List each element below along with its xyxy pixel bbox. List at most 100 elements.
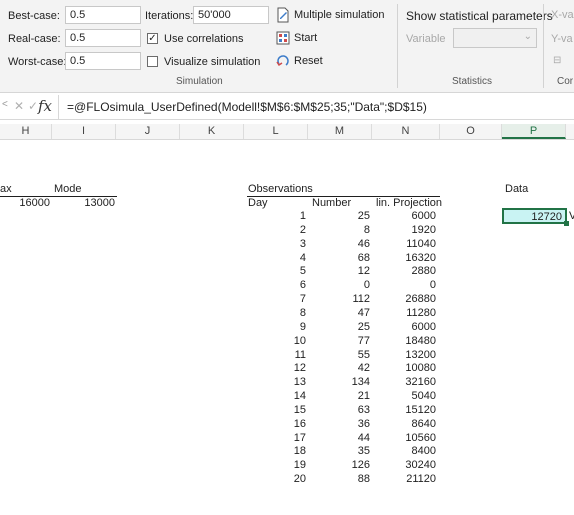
day-cell[interactable]: 4 [244, 252, 306, 265]
day-cell[interactable]: 7 [244, 293, 306, 306]
multiple-simulation-label: Multiple simulation [294, 9, 385, 21]
projection-cell[interactable]: 18480 [372, 335, 436, 348]
formula-bar: < ✕ ✓ fx =@FLOsimula_UserDefined(Modell!… [0, 95, 574, 120]
projection-cell[interactable]: 10560 [372, 432, 436, 445]
projection-cell[interactable]: 13200 [372, 349, 436, 362]
name-box-chevron-icon[interactable]: < [2, 99, 8, 110]
use-correlations-label[interactable]: Use correlations [164, 33, 243, 45]
day-cell[interactable]: 3 [244, 238, 306, 251]
projection-cell[interactable]: 5040 [372, 390, 436, 403]
projection-cell[interactable]: 8400 [372, 445, 436, 458]
day-cell[interactable]: 6 [244, 279, 306, 292]
number-cell[interactable]: 47 [308, 307, 370, 320]
day-cell[interactable]: 20 [244, 473, 306, 486]
cancel-icon[interactable]: ✕ [14, 99, 24, 113]
number-cell[interactable]: 63 [308, 404, 370, 417]
column-header-o[interactable]: O [440, 124, 502, 139]
number-cell[interactable]: 12 [308, 265, 370, 278]
column-header-p[interactable]: P [502, 124, 566, 139]
column-header-h[interactable]: H [0, 124, 52, 139]
projection-cell[interactable]: 2880 [372, 265, 436, 278]
worst-case-input[interactable]: 0.5 [65, 52, 141, 70]
multiple-simulation-icon [277, 7, 289, 23]
column-header-l[interactable]: L [244, 124, 308, 139]
projection-cell[interactable]: 21120 [372, 473, 436, 486]
visualize-simulation-label[interactable]: Visualize simulation [164, 56, 260, 68]
checkmark-icon: ✓ [148, 33, 157, 44]
multiple-simulation-button[interactable]: Multiple simulation [276, 7, 384, 23]
column-header-j[interactable]: J [116, 124, 180, 139]
group-divider [397, 4, 398, 88]
formula-input[interactable]: =@FLOsimula_UserDefined(Modell!$M$6:$M$2… [67, 100, 427, 114]
projection-cell[interactable]: 16320 [372, 252, 436, 265]
number-cell[interactable]: 88 [308, 473, 370, 486]
projection-cell[interactable]: 32160 [372, 376, 436, 389]
iterations-label: Iterations: [145, 10, 194, 22]
day-cell[interactable]: 10 [244, 335, 306, 348]
use-correlations-checkbox[interactable]: ✓ [147, 33, 158, 44]
start-button[interactable]: Start [276, 30, 317, 46]
projection-cell[interactable]: 11280 [372, 307, 436, 320]
number-cell[interactable]: 46 [308, 238, 370, 251]
day-cell[interactable]: 19 [244, 459, 306, 472]
best-case-input[interactable]: 0.5 [65, 6, 141, 24]
day-cell[interactable]: 15 [244, 404, 306, 417]
insert-function-icon[interactable]: fx [38, 97, 52, 115]
real-case-input[interactable]: 0.5 [65, 29, 141, 47]
reset-button[interactable]: Reset [276, 54, 323, 68]
number-cell[interactable]: 21 [308, 390, 370, 403]
projection-cell[interactable]: 15120 [372, 404, 436, 417]
selected-data-cell[interactable]: 12720 [502, 208, 567, 224]
visualize-simulation-checkbox[interactable] [147, 56, 158, 67]
column-header-n[interactable]: N [372, 124, 440, 139]
day-cell[interactable]: 17 [244, 432, 306, 445]
number-cell[interactable]: 35 [308, 445, 370, 458]
day-cell[interactable]: 12 [244, 362, 306, 375]
number-cell[interactable]: 55 [308, 349, 370, 362]
day-cell[interactable]: 5 [244, 265, 306, 278]
number-cell[interactable]: 68 [308, 252, 370, 265]
day-cell[interactable]: 18 [244, 445, 306, 458]
start-icon [276, 31, 290, 45]
number-cell[interactable]: 25 [308, 321, 370, 334]
projection-cell[interactable]: 10080 [372, 362, 436, 375]
day-cell[interactable]: 16 [244, 418, 306, 431]
day-cell[interactable]: 2 [244, 224, 306, 237]
projection-cell[interactable]: 26880 [372, 293, 436, 306]
number-cell[interactable]: 77 [308, 335, 370, 348]
number-cell[interactable]: 25 [308, 210, 370, 223]
day-cell[interactable]: 11 [244, 349, 306, 362]
day-cell[interactable]: 9 [244, 321, 306, 334]
reset-icon [276, 55, 289, 67]
variable-dropdown[interactable]: ⌄ [453, 28, 537, 48]
data-value: 12720 [531, 211, 562, 223]
day-cell[interactable]: 13 [244, 376, 306, 389]
column-header-m[interactable]: M [308, 124, 372, 139]
day-cell[interactable]: 1 [244, 210, 306, 223]
projection-cell[interactable]: 30240 [372, 459, 436, 472]
number-cell[interactable]: 0 [308, 279, 370, 292]
number-cell[interactable]: 126 [308, 459, 370, 472]
mode-value-cell[interactable]: 13000 [52, 197, 115, 210]
projection-cell[interactable]: 6000 [372, 210, 436, 223]
column-header-i[interactable]: I [52, 124, 116, 139]
projection-cell[interactable]: 6000 [372, 321, 436, 334]
number-cell[interactable]: 134 [308, 376, 370, 389]
number-cell[interactable]: 36 [308, 418, 370, 431]
group-divider [543, 4, 544, 88]
projection-cell[interactable]: 11040 [372, 238, 436, 251]
iterations-input[interactable]: 50'000 [193, 6, 269, 24]
number-cell[interactable]: 8 [308, 224, 370, 237]
projection-cell[interactable]: 0 [372, 279, 436, 292]
confirm-icon[interactable]: ✓ [28, 99, 38, 113]
projection-cell[interactable]: 1920 [372, 224, 436, 237]
show-statistical-parameters-button[interactable]: Show statistical parameters [406, 9, 553, 23]
number-cell[interactable]: 44 [308, 432, 370, 445]
projection-cell[interactable]: 8640 [372, 418, 436, 431]
max-value-cell[interactable]: 16000 [0, 197, 50, 210]
day-cell[interactable]: 8 [244, 307, 306, 320]
number-cell[interactable]: 112 [308, 293, 370, 306]
day-cell[interactable]: 14 [244, 390, 306, 403]
column-header-k[interactable]: K [180, 124, 244, 139]
number-cell[interactable]: 42 [308, 362, 370, 375]
